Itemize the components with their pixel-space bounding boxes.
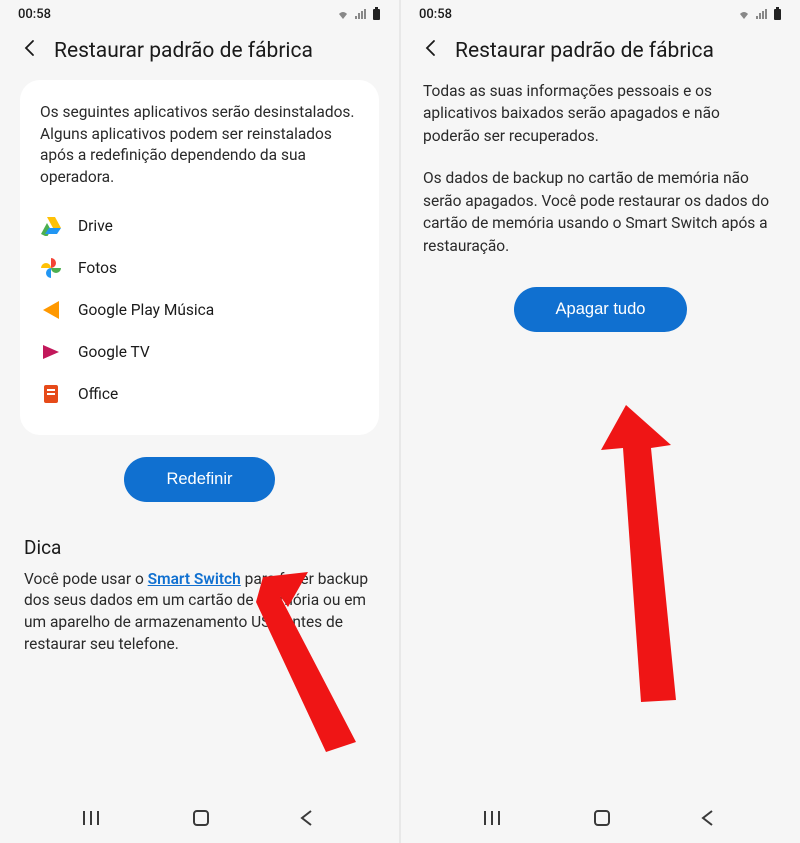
recents-icon[interactable]	[83, 809, 105, 831]
list-item: Office	[40, 373, 359, 415]
tip-text: Você pode usar o Smart Switch para fazer…	[24, 569, 375, 656]
app-label: Office	[78, 385, 118, 403]
google-tv-icon	[40, 341, 62, 363]
warning-paragraph-2: Os dados de backup no cartão de memória …	[421, 167, 780, 257]
signal-icon	[755, 8, 769, 20]
app-label: Google TV	[78, 343, 150, 361]
tip-title: Dica	[24, 536, 375, 559]
erase-all-button[interactable]: Apagar tudo	[514, 287, 688, 332]
office-icon	[40, 383, 62, 405]
status-bar: 00:58	[0, 0, 399, 28]
signal-icon	[354, 8, 368, 20]
list-item: Google Play Música	[40, 289, 359, 331]
status-time: 00:58	[18, 7, 51, 22]
card-intro: Os seguintes aplicativos serão desinstal…	[40, 102, 359, 189]
wifi-icon	[336, 8, 350, 20]
list-item: Google TV	[40, 331, 359, 373]
nav-bar	[0, 801, 399, 843]
app-list: Drive Fotos Google Play Música	[40, 205, 359, 415]
battery-icon	[773, 7, 782, 21]
nav-back-icon[interactable]	[699, 809, 717, 831]
status-icons	[336, 7, 381, 21]
status-time: 00:58	[419, 7, 452, 22]
play-music-icon	[40, 299, 62, 321]
app-label: Drive	[78, 217, 113, 235]
drive-icon	[40, 215, 62, 237]
status-bar: 00:58	[401, 0, 800, 28]
battery-icon	[372, 7, 381, 21]
app-label: Fotos	[78, 259, 117, 277]
app-label: Google Play Música	[78, 301, 214, 319]
photos-icon	[40, 257, 62, 279]
apps-card: Os seguintes aplicativos serão desinstal…	[20, 80, 379, 435]
smart-switch-link[interactable]: Smart Switch	[148, 570, 241, 588]
reset-button[interactable]: Redefinir	[124, 457, 274, 502]
tip-section: Dica Você pode usar o Smart Switch para …	[20, 536, 379, 656]
home-icon[interactable]	[191, 808, 211, 832]
page-header: Restaurar padrão de fábrica	[401, 28, 800, 80]
content-area: Todas as suas informações pessoais e os …	[401, 80, 800, 801]
recents-icon[interactable]	[484, 809, 506, 831]
home-icon[interactable]	[592, 808, 612, 832]
back-icon[interactable]	[421, 38, 441, 64]
list-item: Fotos	[40, 247, 359, 289]
phone-screen-right: 00:58 Restaurar padrão de fábrica Todas …	[401, 0, 800, 843]
page-title: Restaurar padrão de fábrica	[455, 39, 714, 63]
nav-back-icon[interactable]	[298, 809, 316, 831]
list-item: Drive	[40, 205, 359, 247]
back-icon[interactable]	[20, 38, 40, 64]
warning-paragraph-1: Todas as suas informações pessoais e os …	[421, 80, 780, 147]
phone-screen-left: 00:58 Restaurar padrão de fábrica Os seg…	[0, 0, 399, 843]
nav-bar	[401, 801, 800, 843]
page-header: Restaurar padrão de fábrica	[0, 28, 399, 80]
content-area: Os seguintes aplicativos serão desinstal…	[0, 80, 399, 801]
status-icons	[737, 7, 782, 21]
page-title: Restaurar padrão de fábrica	[54, 39, 313, 63]
wifi-icon	[737, 8, 751, 20]
